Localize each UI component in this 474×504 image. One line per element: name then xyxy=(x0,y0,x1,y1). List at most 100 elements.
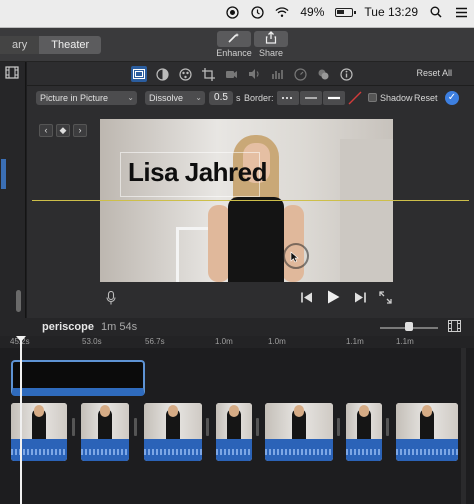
video-clip[interactable] xyxy=(216,403,252,461)
video-clip[interactable] xyxy=(346,403,382,461)
duration-unit: s xyxy=(236,93,241,103)
preview-doorway xyxy=(340,139,393,282)
shadow-label: Shadow xyxy=(380,93,413,103)
magic-wand-icon xyxy=(227,32,241,47)
clip-filter-icon[interactable] xyxy=(315,66,331,82)
overlay-mode-value: Picture in Picture xyxy=(40,93,109,103)
transport-controls xyxy=(301,290,366,307)
mouse-pointer-icon xyxy=(290,251,299,266)
viewer-panel: Reset All Picture in Picture ⌄ Dissolve … xyxy=(27,62,474,318)
playback-bar xyxy=(27,286,474,310)
mac-menu-bar: 49% Tue 13:29 xyxy=(0,0,474,28)
video-clip[interactable] xyxy=(265,403,333,461)
library-sidebar-edge xyxy=(0,62,26,318)
wifi-icon[interactable] xyxy=(275,5,289,19)
fullscreen-icon[interactable] xyxy=(379,291,392,307)
battery-icon[interactable] xyxy=(335,7,357,17)
overlay-title-text[interactable]: Lisa Jahred xyxy=(128,157,268,188)
clip-appearance-icon[interactable] xyxy=(448,320,461,335)
microphone-icon[interactable] xyxy=(106,290,116,308)
clip-transition-gap[interactable] xyxy=(256,418,259,436)
title-clip[interactable] xyxy=(11,360,145,396)
menu-clock[interactable]: Tue 13:29 xyxy=(364,5,418,19)
share-label: Share xyxy=(258,48,284,58)
skip-forward-icon[interactable] xyxy=(354,292,366,306)
timeline-header: periscope 1m 54s xyxy=(0,318,474,336)
border-color-swatch-icon[interactable] xyxy=(348,91,362,108)
preview-person-body xyxy=(228,197,284,282)
stabilization-icon[interactable] xyxy=(223,66,239,82)
video-clip[interactable] xyxy=(144,403,202,461)
enhance-button[interactable]: Enhance xyxy=(214,31,254,61)
timeline-scrollbar[interactable] xyxy=(461,348,466,504)
video-overlay-settings-icon[interactable] xyxy=(131,66,147,82)
sidebar-scroll-thumb[interactable] xyxy=(16,290,21,312)
border-style-dotted[interactable] xyxy=(277,91,299,105)
ruler-tick: 53.0s xyxy=(82,337,102,346)
reset-button[interactable]: Reset xyxy=(414,93,438,103)
skip-back-icon[interactable] xyxy=(301,292,313,306)
clip-transition-gap[interactable] xyxy=(206,418,209,436)
ruler-tick: 1.1m xyxy=(396,337,414,346)
border-label: Border: xyxy=(244,93,274,103)
status-tray: 49% Tue 13:29 xyxy=(225,5,468,19)
chevron-down-icon: ⌄ xyxy=(195,93,202,102)
project-duration: 1m 54s xyxy=(101,321,138,333)
project-name: periscope xyxy=(42,321,94,333)
shadow-checkbox[interactable] xyxy=(368,93,377,102)
time-machine-icon[interactable] xyxy=(250,5,264,19)
adjustment-tools xyxy=(131,66,354,82)
battery-percent: 49% xyxy=(300,5,325,19)
transition-duration-field[interactable]: 0.5 xyxy=(209,91,233,105)
transition-value: Dissolve xyxy=(149,93,184,103)
ruler-tick: 1.0m xyxy=(215,337,233,346)
enhance-label: Enhance xyxy=(216,48,252,58)
color-balance-icon[interactable] xyxy=(154,66,170,82)
ruler-tick: 1.0m xyxy=(268,337,286,346)
filmstrip-icon[interactable] xyxy=(5,66,19,82)
next-arrow-icon[interactable]: › xyxy=(73,124,87,137)
imovie-toolbar: ary Theater Enhance Share xyxy=(0,28,474,62)
clip-info-icon[interactable] xyxy=(338,66,354,82)
transition-select[interactable]: Dissolve ⌄ xyxy=(145,91,205,105)
clip-transition-gap[interactable] xyxy=(386,418,389,436)
timeline-ruler[interactable]: 45.2s 53.0s 56.7s 1.0m 1.0m 1.1m 1.1m xyxy=(0,336,474,348)
chevron-down-icon: ⌄ xyxy=(127,93,134,102)
selected-clip-indicator xyxy=(1,159,6,189)
video-clip[interactable] xyxy=(81,403,129,461)
speed-icon[interactable] xyxy=(292,66,308,82)
color-correction-icon[interactable] xyxy=(177,66,193,82)
tab-theater[interactable]: Theater xyxy=(39,36,102,54)
play-icon[interactable] xyxy=(327,290,340,307)
alignment-guide-line xyxy=(32,200,469,201)
record-icon[interactable] xyxy=(225,5,239,19)
volume-icon[interactable] xyxy=(246,66,262,82)
crop-icon[interactable] xyxy=(200,66,216,82)
project-info: periscope 1m 54s xyxy=(42,321,137,333)
clip-transition-gap[interactable] xyxy=(72,418,75,436)
reset-all-button[interactable]: Reset All xyxy=(416,68,452,78)
border-style-thin[interactable] xyxy=(300,91,322,105)
clip-transition-gap[interactable] xyxy=(134,418,137,436)
notification-center-icon[interactable] xyxy=(454,5,468,19)
apply-checkmark-icon[interactable]: ✓ xyxy=(445,91,459,105)
video-clip[interactable] xyxy=(396,403,458,461)
clip-transition-gap[interactable] xyxy=(337,418,340,436)
previous-arrow-icon[interactable]: ‹ xyxy=(39,124,53,137)
ruler-tick: 1.1m xyxy=(346,337,364,346)
spotlight-icon[interactable] xyxy=(429,5,443,19)
title-nav-buttons: ‹ ◆ › xyxy=(39,124,87,137)
tab-library[interactable]: ary xyxy=(0,36,40,54)
preview-person-arm xyxy=(208,205,230,282)
share-icon xyxy=(265,31,277,47)
timeline-zoom-knob[interactable] xyxy=(405,322,413,331)
overlay-options-bar: Picture in Picture ⌄ Dissolve ⌄ 0.5 s Bo… xyxy=(27,87,474,111)
overlay-mode-select[interactable]: Picture in Picture ⌄ xyxy=(36,91,137,105)
border-style-thick[interactable] xyxy=(323,91,345,105)
timeline-track-area[interactable] xyxy=(0,348,474,504)
share-button[interactable]: Share xyxy=(251,31,291,61)
adjustments-bar: Reset All xyxy=(27,62,474,86)
equalizer-icon[interactable] xyxy=(269,66,285,82)
tag-icon[interactable]: ◆ xyxy=(56,124,70,137)
playhead[interactable] xyxy=(20,340,22,504)
